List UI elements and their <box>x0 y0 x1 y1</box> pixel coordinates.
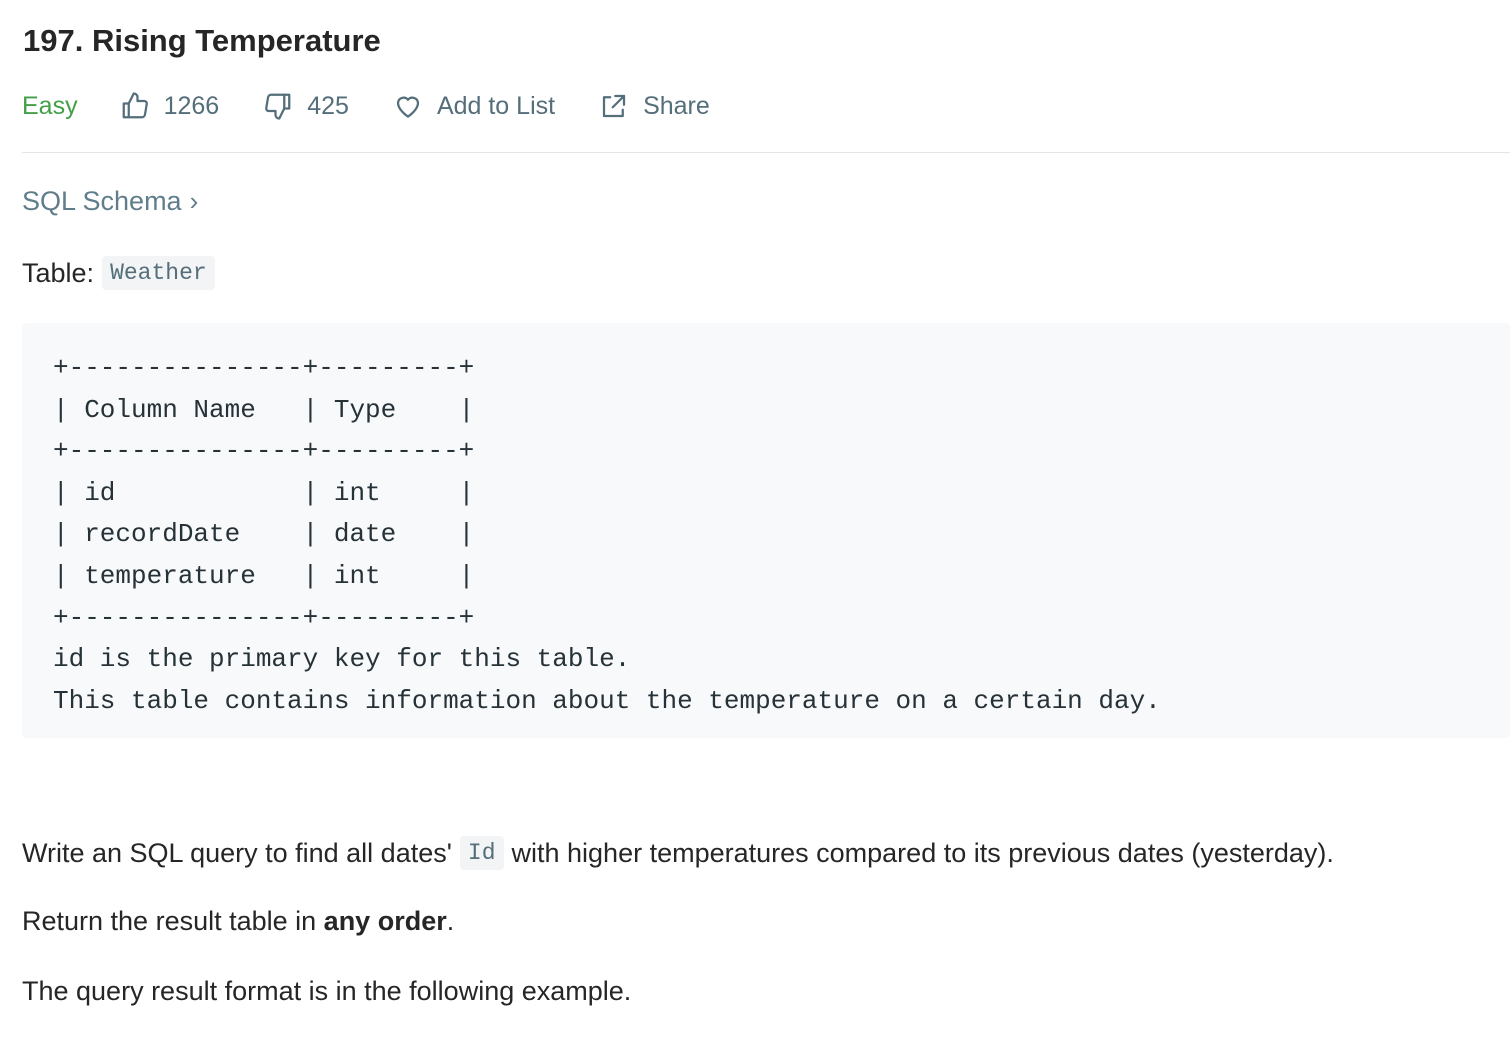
schema-line: | recordDate | date | <box>53 519 475 550</box>
description-paragraph-1: Write an SQL query to find all dates' Id… <box>22 836 1334 870</box>
add-to-list-button[interactable]: Add to List <box>393 91 555 121</box>
header-divider <box>22 152 1510 153</box>
chevron-right-icon: › <box>189 186 199 216</box>
emphasis-text: any order <box>323 906 447 936</box>
sql-schema-label: SQL Schema <box>22 186 182 216</box>
schema-line: +---------------+---------+ <box>53 436 475 467</box>
schema-line: | temperature | int | <box>53 560 475 591</box>
schema-line: This table contains information about th… <box>53 685 1161 716</box>
schema-line: | id | int | <box>53 477 475 508</box>
thumbs-down-icon <box>265 93 291 120</box>
table-intro: Table: Weather <box>22 256 215 290</box>
schema-line: | Column Name | Type | <box>53 394 475 425</box>
description-paragraph-2: Return the result table in any order. <box>22 906 454 937</box>
problem-meta-bar: Easy 1266 425 Add to List Share <box>22 86 710 126</box>
schema-line: +---------------+---------+ <box>53 602 475 633</box>
schema-line: id is the primary key for this table. <box>53 644 631 675</box>
like-button[interactable]: 1266 <box>120 91 220 121</box>
heart-icon <box>396 96 420 118</box>
difficulty-badge: Easy <box>22 91 78 120</box>
problem-title: 197. Rising Temperature <box>23 23 381 58</box>
description-text: with higher temperatures compared to its… <box>511 837 1334 868</box>
description-text: Write an SQL query to find all dates' <box>22 837 452 868</box>
description-text: Return the result table in <box>22 906 324 936</box>
dislike-button[interactable]: 425 <box>263 91 349 121</box>
schema-code-block: +---------------+---------+ | Column Nam… <box>22 323 1510 738</box>
sql-schema-link[interactable]: SQL Schema › <box>22 186 198 217</box>
thumbs-up-icon <box>122 92 148 119</box>
like-count: 1266 <box>163 91 220 120</box>
id-code: Id <box>459 836 504 870</box>
table-name-code: Weather <box>102 256 215 290</box>
dislike-count: 425 <box>307 91 349 120</box>
share-button[interactable]: Share <box>599 91 710 121</box>
description-paragraph-3: The query result format is in the follow… <box>22 976 632 1006</box>
table-label: Table: <box>22 257 95 288</box>
add-to-list-label: Add to List <box>436 91 556 120</box>
schema-line: +---------------+---------+ <box>53 353 475 383</box>
share-label: Share <box>643 91 710 120</box>
description-text: . <box>446 906 455 936</box>
share-icon <box>602 94 626 118</box>
